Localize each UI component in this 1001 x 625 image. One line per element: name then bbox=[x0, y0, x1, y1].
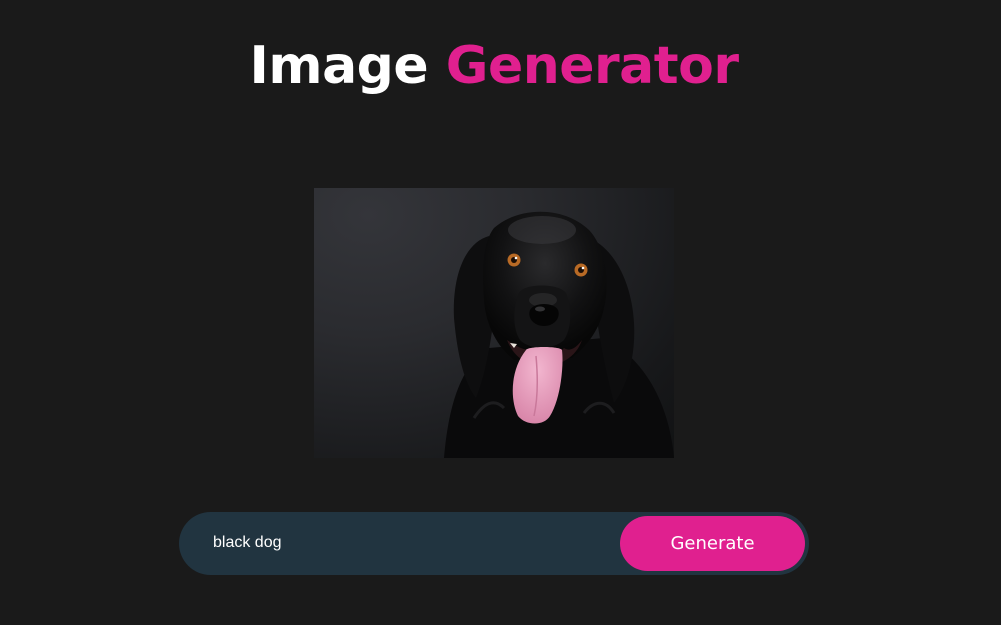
generated-image bbox=[314, 188, 674, 458]
prompt-input[interactable] bbox=[213, 528, 613, 558]
generate-button[interactable]: Generate bbox=[620, 516, 805, 571]
dog-photo bbox=[444, 211, 674, 458]
title-word-generator: Generator bbox=[445, 36, 739, 96]
prompt-bar: Generate bbox=[179, 512, 809, 575]
page-title: Image Generator bbox=[0, 30, 988, 102]
title-word-image: Image bbox=[249, 36, 429, 96]
app-root: Image Generator black dog Generate bbox=[0, 0, 1001, 625]
